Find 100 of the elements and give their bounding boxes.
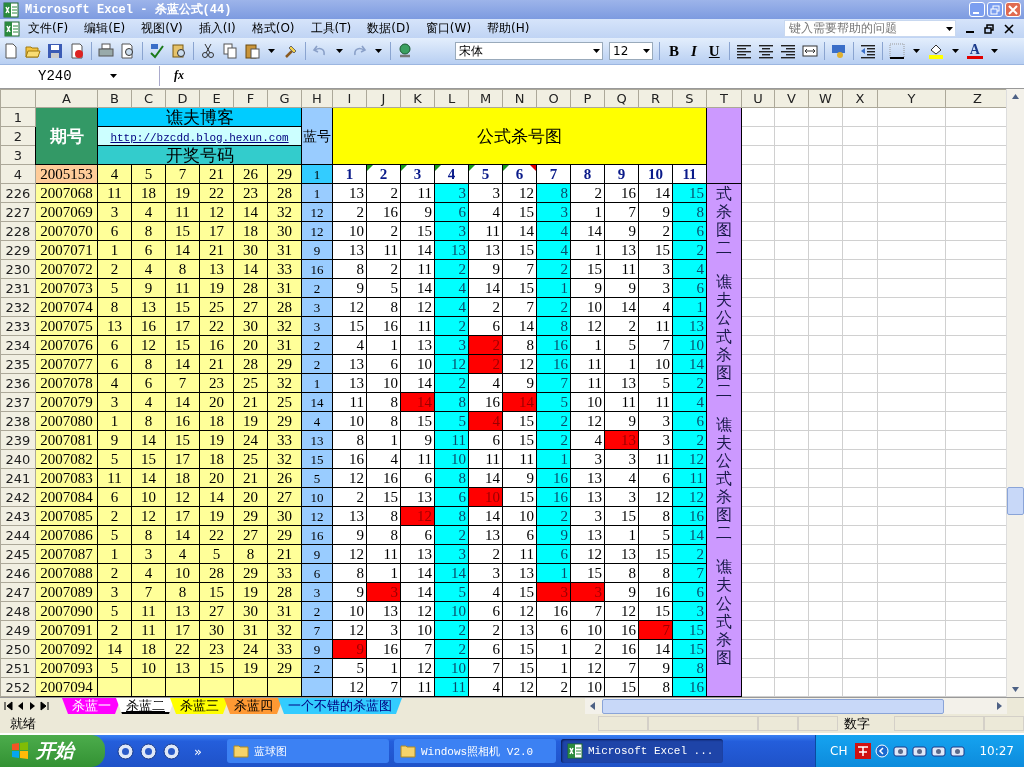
column-header[interactable]: L <box>434 89 469 108</box>
new-document-icon[interactable] <box>3 43 19 59</box>
column-header[interactable]: A <box>35 89 98 108</box>
spelling-icon[interactable] <box>149 43 165 59</box>
align-left-icon[interactable] <box>735 43 752 59</box>
caret-icon[interactable] <box>990 49 998 53</box>
research-icon[interactable] <box>171 43 187 59</box>
bold-button[interactable]: B <box>666 42 682 60</box>
font-dropdown[interactable]: 宋体 <box>455 42 603 60</box>
save-icon[interactable] <box>47 43 63 59</box>
taskbar-button[interactable]: Microsoft Excel ... <box>560 739 723 763</box>
align-right-icon[interactable] <box>779 43 796 59</box>
menu-item[interactable]: 数据(D) <box>359 20 418 37</box>
underline-button[interactable]: U <box>705 42 723 60</box>
caret-icon <box>946 26 953 31</box>
column-header[interactable]: N <box>502 89 537 108</box>
taskbar-button[interactable]: 蓝球图 <box>226 739 389 763</box>
column-header[interactable]: Q <box>604 89 639 108</box>
previous-sheet-icon[interactable] <box>16 701 25 711</box>
caret-icon[interactable] <box>912 49 920 53</box>
status-text: 就绪 <box>10 714 36 733</box>
fill-color-icon[interactable] <box>927 43 944 59</box>
scrollbar-thumb[interactable] <box>602 698 944 714</box>
caret-icon[interactable] <box>375 49 382 53</box>
paste-icon[interactable] <box>244 43 260 59</box>
print-preview-icon[interactable] <box>120 43 136 59</box>
column-header[interactable]: T <box>706 89 742 108</box>
column-header[interactable]: V <box>774 89 809 108</box>
column-header[interactable]: Z <box>945 89 1006 108</box>
close-icon[interactable] <box>1004 23 1014 34</box>
last-sheet-icon[interactable] <box>40 701 49 711</box>
table-cell: 8 <box>570 164 605 184</box>
input-method-icon[interactable] <box>855 743 872 759</box>
menu-item[interactable]: 工具(T) <box>302 20 360 37</box>
column-header[interactable]: I <box>332 89 367 108</box>
font-color-button[interactable]: A <box>966 43 983 59</box>
sheet-tab[interactable]: 杀蓝二 <box>116 698 175 714</box>
borders-icon[interactable] <box>888 43 905 59</box>
column-header[interactable]: E <box>199 89 234 108</box>
sheet-tab[interactable]: 杀蓝四 <box>224 698 283 714</box>
caret-icon[interactable] <box>336 49 343 53</box>
cut-icon[interactable] <box>200 43 216 59</box>
excel-icon <box>3 1 19 18</box>
column-header[interactable]: P <box>570 89 605 108</box>
column-header[interactable]: C <box>131 89 166 108</box>
taskbar-button[interactable]: Windows照相机 V2.0 <box>393 739 556 763</box>
column-header[interactable]: G <box>267 89 302 108</box>
close-button[interactable] <box>1005 2 1021 17</box>
decrease-indent-icon[interactable] <box>859 43 876 59</box>
minimize-icon[interactable] <box>966 30 974 33</box>
menu-item[interactable]: 视图(V) <box>133 20 191 37</box>
column-header[interactable]: B <box>97 89 132 108</box>
menu-item[interactable]: 格式(O) <box>243 20 303 37</box>
column-header[interactable]: W <box>808 89 843 108</box>
caret-icon[interactable] <box>951 49 959 53</box>
open-folder-icon[interactable] <box>25 43 41 59</box>
menu-item[interactable]: 插入(I) <box>190 20 244 37</box>
restore-button[interactable] <box>987 2 1003 17</box>
align-center-icon[interactable] <box>757 43 774 59</box>
italic-button[interactable]: I <box>688 42 700 60</box>
caret-icon[interactable] <box>268 49 275 53</box>
next-sheet-icon[interactable] <box>28 701 37 711</box>
header-cell: 蓝号 <box>301 107 333 165</box>
column-header[interactable]: M <box>468 89 503 108</box>
insert-function-button[interactable]: fx <box>174 68 184 83</box>
print-icon[interactable] <box>98 43 114 59</box>
menu-item[interactable]: 帮助(H) <box>479 20 538 37</box>
chevron-icon[interactable] <box>875 744 890 758</box>
column-header[interactable]: S <box>672 89 707 108</box>
menu-item[interactable]: 文件(F) <box>20 20 77 37</box>
column-header[interactable]: K <box>400 89 435 108</box>
column-header[interactable]: D <box>165 89 200 108</box>
column-header[interactable]: X <box>842 89 878 108</box>
minimize-button[interactable] <box>969 2 985 17</box>
scrollbar-thumb[interactable] <box>1007 487 1024 515</box>
permission-icon[interactable] <box>69 43 85 59</box>
sheet-tab[interactable]: 杀蓝三 <box>170 698 229 714</box>
restore-icon[interactable] <box>984 23 994 34</box>
column-header[interactable]: O <box>536 89 571 108</box>
column-header[interactable]: U <box>741 89 775 108</box>
vertical-scrollbar[interactable] <box>1006 89 1024 697</box>
currency-icon[interactable] <box>830 43 847 59</box>
menu-item[interactable]: 编辑(E) <box>76 20 134 37</box>
column-header[interactable]: R <box>638 89 673 108</box>
menu-item[interactable]: 窗口(W) <box>417 20 480 37</box>
merge-center-icon[interactable] <box>801 43 818 59</box>
first-sheet-icon[interactable] <box>4 701 13 711</box>
copy-icon[interactable] <box>222 43 238 59</box>
font-size-dropdown[interactable]: 12 <box>609 42 653 60</box>
horizontal-scrollbar[interactable] <box>585 698 1007 714</box>
help-field[interactable]: 键入需要帮助的问题 <box>784 20 956 37</box>
column-header[interactable]: H <box>301 89 333 108</box>
name-box[interactable]: Y240 <box>0 65 160 86</box>
format-painter-icon[interactable] <box>283 43 299 59</box>
more-button[interactable]: » <box>194 743 202 759</box>
column-header[interactable]: F <box>233 89 268 108</box>
hyperlink-icon[interactable] <box>397 43 413 59</box>
sheet-tab[interactable]: 一个不错的杀蓝图 <box>278 698 402 714</box>
column-header[interactable]: Y <box>877 89 946 108</box>
column-header[interactable]: J <box>366 89 401 108</box>
